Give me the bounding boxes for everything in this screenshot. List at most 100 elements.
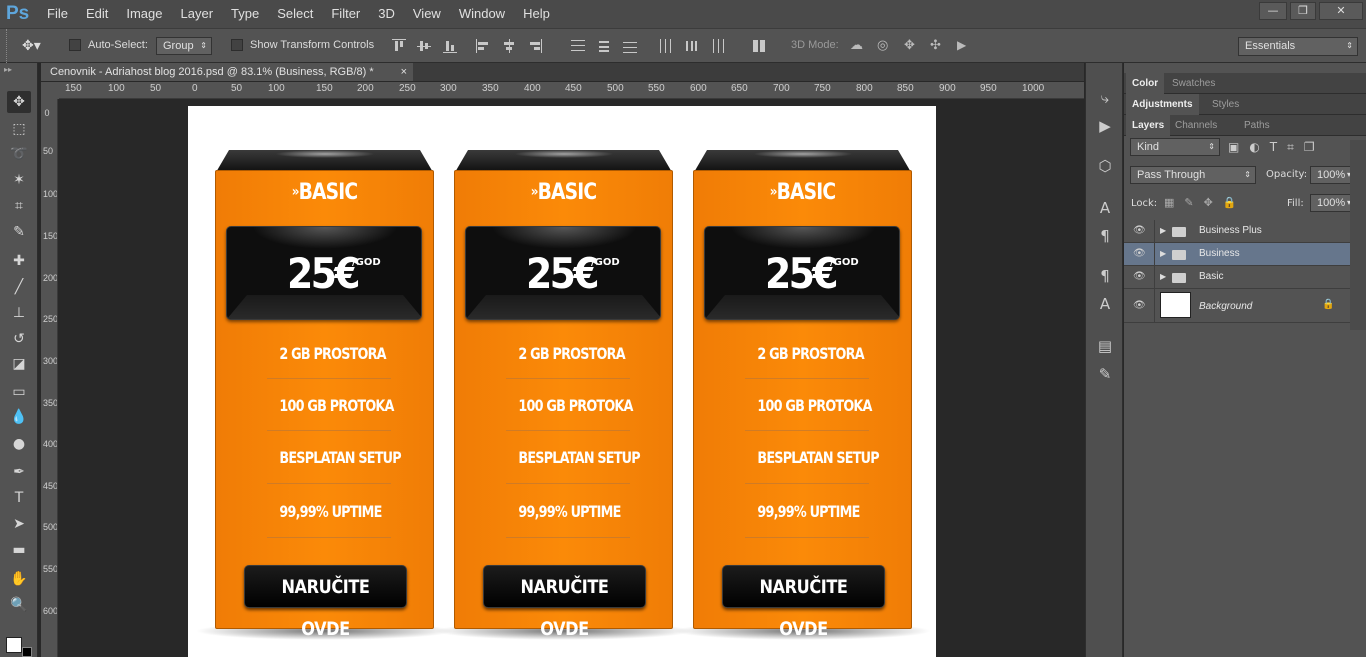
history-panel-icon[interactable]: ⤷ [1094, 87, 1116, 109]
auto-select-dropdown[interactable]: Group ⇕ [156, 37, 212, 55]
actions-panel-icon[interactable]: ▶ [1094, 115, 1116, 137]
tab-styles[interactable]: Styles [1206, 94, 1245, 115]
expand-arrow-icon[interactable]: ▶ [1160, 249, 1166, 258]
zoom-tool-icon[interactable]: 🔍 [7, 594, 31, 616]
auto-select-checkbox[interactable] [69, 39, 81, 51]
layer-row-background[interactable]: 👁 Background 🔒 [1124, 289, 1350, 323]
tab-adjustments[interactable]: Adjustments [1126, 94, 1199, 115]
expand-arrow-icon[interactable]: ▶ [1160, 226, 1166, 235]
tab-paths[interactable]: Paths [1238, 115, 1276, 136]
restore-button[interactable]: ❐ [1290, 2, 1316, 20]
healing-brush-tool-icon[interactable]: ✚ [7, 250, 31, 272]
minimize-button[interactable]: — [1259, 2, 1287, 20]
3d-slide-icon[interactable]: ✣ [930, 38, 946, 54]
pricing-card-1[interactable]: »BASIC 25€ /GOD 2 GB PROSTORA 100 GB PRO… [195, 150, 454, 640]
distribute-right-icon[interactable] [710, 39, 724, 53]
collapse-tools-icon[interactable]: ▸▸ [4, 65, 12, 74]
3d-panel-icon[interactable]: ⬡ [1094, 155, 1116, 177]
blend-mode-dropdown[interactable]: Pass Through ⇕ [1130, 166, 1256, 184]
canvas-area[interactable]: »BASIC 25€ /GOD 2 GB PROSTORA 100 GB PRO… [59, 100, 1084, 657]
workspace-dropdown[interactable]: Essentials ⇕ [1238, 37, 1358, 56]
menu-image[interactable]: Image [117, 0, 171, 28]
align-hcenter-icon[interactable] [502, 39, 516, 53]
auto-align-layers-icon[interactable] [752, 39, 766, 53]
character-styles-icon[interactable]: A [1094, 293, 1116, 315]
type-tool-icon[interactable]: T [7, 487, 31, 509]
magic-wand-tool-icon[interactable]: ✶ [7, 169, 31, 191]
pen-tool-icon[interactable]: ✒ [7, 461, 31, 483]
tab-layers[interactable]: Layers [1126, 115, 1171, 136]
lock-icons[interactable]: ▦✎✥🔒 [1164, 196, 1247, 209]
menu-3d[interactable]: 3D [369, 0, 404, 28]
align-vcenter-icon[interactable] [417, 39, 431, 53]
visibility-eye-icon[interactable]: 👁 [1133, 300, 1146, 311]
background-color-swatch[interactable] [22, 647, 32, 657]
distribute-bottom-icon[interactable] [623, 39, 637, 53]
distribute-left-icon[interactable] [659, 39, 673, 53]
order-button[interactable]: NARUČITE OVDE [244, 565, 407, 640]
character-panel-icon[interactable]: A [1094, 197, 1116, 219]
clone-stamp-tool-icon[interactable]: ⊥ [7, 302, 31, 324]
order-button[interactable]: NARUČITE OVDE [483, 565, 646, 640]
menu-window[interactable]: Window [450, 0, 514, 28]
menu-filter[interactable]: Filter [322, 0, 369, 28]
menu-view[interactable]: View [404, 0, 450, 28]
menu-layer[interactable]: Layer [172, 0, 223, 28]
visibility-eye-icon[interactable]: 👁 [1133, 248, 1146, 259]
close-tab-icon[interactable]: × [401, 63, 407, 81]
paragraph-panel-icon[interactable]: ¶ [1094, 225, 1116, 247]
transform-controls-checkbox[interactable] [231, 39, 243, 51]
layer-filter-icons[interactable]: ▣◐T⌗❐ [1228, 140, 1325, 155]
history-brush-tool-icon[interactable]: ↺ [7, 328, 31, 350]
3d-roll-icon[interactable]: ◎ [877, 38, 893, 54]
align-right-icon[interactable] [528, 39, 542, 53]
menu-type[interactable]: Type [222, 0, 268, 28]
menu-edit[interactable]: Edit [77, 0, 117, 28]
layer-row-business[interactable]: 👁 ▶ Business [1124, 243, 1350, 266]
paragraph-styles-icon[interactable]: ¶ [1094, 265, 1116, 287]
menu-file[interactable]: File [38, 0, 77, 28]
tab-channels[interactable]: Channels [1169, 115, 1223, 136]
close-window-button[interactable]: ✕ [1319, 2, 1363, 20]
marquee-tool-icon[interactable]: ⬚ [7, 118, 31, 140]
pricing-card-2[interactable]: »BASIC 25€ /GOD 2 GB PROSTORA 100 GB PRO… [434, 150, 693, 640]
shape-tool-icon[interactable]: ▬ [7, 539, 31, 561]
menu-help[interactable]: Help [514, 0, 559, 28]
hand-tool-icon[interactable]: ✋ [7, 568, 31, 590]
layers-scrollbar[interactable] [1350, 140, 1366, 330]
notes-panel-icon[interactable]: ✎ [1094, 363, 1116, 385]
layer-row-business-plus[interactable]: 👁 ▶ Business Plus [1124, 220, 1350, 243]
distribute-vcenter-icon[interactable] [597, 39, 611, 53]
visibility-eye-icon[interactable]: 👁 [1133, 271, 1146, 282]
3d-pan-icon[interactable]: ✥ [904, 38, 920, 54]
crop-tool-icon[interactable]: ⌗ [7, 195, 31, 217]
distribute-top-icon[interactable] [571, 39, 585, 53]
menu-select[interactable]: Select [268, 0, 322, 28]
grip-handle[interactable] [6, 29, 9, 63]
tab-swatches[interactable]: Swatches [1166, 73, 1221, 94]
properties-panel-icon[interactable]: ▤ [1094, 335, 1116, 357]
gradient-tool-icon[interactable]: ▭ [7, 381, 31, 403]
eraser-tool-icon[interactable]: ◪ [7, 353, 31, 375]
blur-tool-icon[interactable]: 💧 [7, 406, 31, 428]
expand-arrow-icon[interactable]: ▶ [1160, 272, 1166, 281]
layer-row-basic[interactable]: 👁 ▶ Basic [1124, 266, 1350, 289]
order-button[interactable]: NARUČITE OVDE [722, 565, 885, 640]
document-tab[interactable]: Cenovnik - Adriahost blog 2016.psd @ 83.… [41, 63, 413, 81]
tab-color[interactable]: Color [1126, 73, 1165, 94]
layer-filter-dropdown[interactable]: Kind ⇕ [1130, 138, 1220, 156]
document-canvas[interactable]: »BASIC 25€ /GOD 2 GB PROSTORA 100 GB PRO… [188, 106, 936, 657]
move-tool-preset-icon[interactable]: ✥▾ [22, 38, 41, 54]
distribute-hcenter-icon[interactable] [684, 39, 698, 53]
align-top-icon[interactable] [392, 39, 406, 53]
3d-orbit-icon[interactable]: ☁ [850, 38, 866, 54]
align-bottom-icon[interactable] [443, 39, 457, 53]
path-selection-tool-icon[interactable]: ➤ [7, 513, 31, 535]
pricing-card-3[interactable]: »BASIC 25€ /GOD 2 GB PROSTORA 100 GB PRO… [673, 150, 932, 640]
align-left-icon[interactable] [476, 39, 490, 53]
eyedropper-tool-icon[interactable]: ✎ [7, 221, 31, 243]
dodge-tool-icon[interactable]: ● [7, 433, 31, 455]
lasso-tool-icon[interactable]: ➰ [7, 143, 31, 165]
brush-tool-icon[interactable]: ╱ [7, 276, 31, 298]
foreground-color-swatch[interactable] [6, 637, 22, 653]
